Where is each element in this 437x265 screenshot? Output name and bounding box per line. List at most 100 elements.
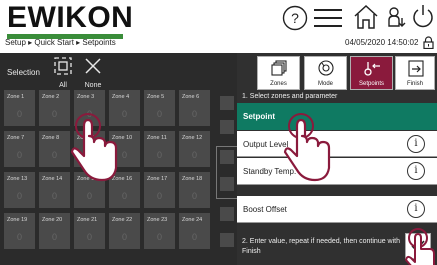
instruction-step1: 1. Select zones and parameter	[242, 93, 338, 100]
zone-value: 0	[191, 109, 197, 119]
zone-tile[interactable]: Zone 11 0	[144, 131, 175, 167]
select-none-button[interactable]: None	[80, 56, 106, 90]
zone-name: Zone 14	[42, 176, 63, 182]
setpoint-label: Setpoint	[243, 112, 275, 121]
hand-pointer-icon	[70, 113, 118, 182]
user-logout-icon[interactable]	[386, 6, 408, 35]
side-cell[interactable]	[220, 177, 234, 191]
select-all-label: All	[59, 82, 67, 89]
zone-name: Zone 23	[147, 217, 168, 223]
zones-icon	[271, 60, 287, 76]
lock-icon[interactable]	[423, 36, 434, 54]
zone-value: 0	[51, 150, 57, 160]
zone-value: 0	[86, 232, 92, 242]
zone-tile[interactable]: Zone 20 0	[39, 213, 70, 249]
zone-value: 0	[121, 191, 127, 201]
side-cell[interactable]	[220, 96, 234, 110]
zone-tile[interactable]: Zone 17 0	[144, 172, 175, 208]
zone-tile[interactable]: Zone 19 0	[4, 213, 35, 249]
zone-value: 0	[156, 191, 162, 201]
zone-value: 0	[156, 232, 162, 242]
ewikon-logo: EWIKON	[7, 3, 133, 39]
zone-tile[interactable]: Zone 12 0	[179, 131, 210, 167]
zone-tile[interactable]: Zone 23 0	[144, 213, 175, 249]
zone-value: 0	[121, 232, 127, 242]
zone-value: 0	[16, 232, 22, 242]
setpoint-parameter[interactable]: Setpoint	[237, 103, 437, 130]
tab-zones-label: Zones	[270, 81, 287, 87]
zone-tile[interactable]: Zone 18 0	[179, 172, 210, 208]
zone-name: Zone 2	[42, 94, 60, 100]
zone-name: Zone 5	[147, 94, 165, 100]
tab-mode[interactable]: Mode	[304, 56, 347, 90]
tab-mode-label: Mode	[317, 81, 333, 87]
zone-value: 0	[16, 191, 22, 201]
breadcrumb: Setup ▸ Quick Start ▸ Setpoints	[5, 38, 116, 47]
zone-tile[interactable]: Zone 21 0	[74, 213, 105, 249]
zone-name: Zone 3	[77, 94, 95, 100]
zone-tile[interactable]: Zone 8 0	[39, 131, 70, 167]
zone-name: Zone 6	[182, 94, 200, 100]
zone-name: Zone 21	[77, 217, 98, 223]
menu-icon[interactable]	[314, 8, 342, 33]
tab-zones[interactable]: Zones	[257, 56, 300, 90]
zone-name: Zone 19	[7, 217, 28, 223]
param-output-level[interactable]: Output Level i	[237, 131, 437, 157]
zone-value: 0	[191, 150, 197, 160]
info-icon[interactable]: i	[407, 200, 425, 218]
zone-value: 0	[86, 191, 92, 201]
home-icon[interactable]	[353, 4, 379, 35]
logo-text: EWIKON	[7, 1, 134, 34]
zone-name: Zone 20	[42, 217, 63, 223]
param-label: Output Level	[243, 140, 289, 149]
hand-pointer-icon	[283, 113, 331, 182]
zone-name: Zone 11	[147, 135, 167, 141]
help-icon[interactable]: ?	[282, 5, 308, 36]
zone-tile[interactable]: Zone 6 0	[179, 90, 210, 126]
zone-name: Zone 24	[182, 217, 203, 223]
param-standby-temp[interactable]: Standby Temp. i	[237, 158, 437, 185]
header-bar: EWIKON Setup ▸ Quick Start ▸ Setpoints ?…	[0, 0, 437, 52]
zone-tile[interactable]: Zone 13 0	[4, 172, 35, 208]
zone-tile[interactable]: Zone 2 0	[39, 90, 70, 126]
zone-name: Zone 13	[7, 176, 28, 182]
zone-name: Zone 17	[147, 176, 168, 182]
zone-name: Zone 12	[182, 135, 203, 141]
zone-tile[interactable]: Zone 7 0	[4, 131, 35, 167]
zone-tile[interactable]: Zone 1 0	[4, 90, 35, 126]
datetime: 04/05/2020 14:50:02	[345, 38, 419, 47]
select-none-icon	[85, 58, 101, 74]
info-icon[interactable]: i	[407, 162, 425, 180]
side-cell[interactable]	[220, 233, 234, 247]
hand-pointer-icon	[405, 228, 435, 265]
zone-name: Zone 7	[7, 135, 25, 141]
side-cell[interactable]	[220, 120, 234, 134]
zone-tile[interactable]: Zone 14 0	[39, 172, 70, 208]
info-icon[interactable]: i	[407, 135, 425, 153]
tab-setpoints[interactable]: Setpoints	[350, 56, 393, 90]
side-cell[interactable]	[220, 150, 234, 164]
zone-tile[interactable]: Zone 24 0	[179, 213, 210, 249]
zone-value: 0	[51, 232, 57, 242]
tab-finish[interactable]: Finish	[395, 56, 435, 90]
zone-name: Zone 1	[7, 94, 25, 100]
tab-finish-label: Finish	[406, 81, 423, 87]
param-label: Boost Offset	[243, 205, 287, 214]
zone-value: 0	[191, 191, 197, 201]
zone-value: 0	[156, 109, 162, 119]
zone-value: 0	[191, 232, 197, 242]
select-all-button[interactable]: All	[50, 56, 76, 90]
svg-text:?: ?	[291, 10, 299, 26]
zone-tile[interactable]: Zone 5 0	[144, 90, 175, 126]
tab-setpoints-label: Setpoints	[358, 81, 385, 87]
zone-tile[interactable]: Zone 22 0	[109, 213, 140, 249]
instruction-step2: 2. Enter value, repeat if needed, then c…	[242, 238, 400, 255]
zone-value: 0	[156, 150, 162, 160]
param-boost-offset[interactable]: Boost Offset i	[237, 196, 437, 223]
selection-label: Selection	[7, 68, 40, 77]
power-icon[interactable]	[411, 4, 435, 33]
side-cell[interactable]	[220, 207, 234, 221]
zone-value: 0	[51, 109, 57, 119]
zone-name: Zone 8	[42, 135, 60, 141]
finish-icon	[408, 60, 424, 77]
